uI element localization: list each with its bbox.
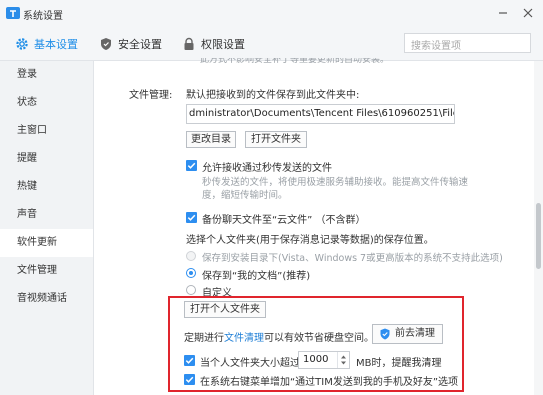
sidebar-item-av-call[interactable]: 音视频通话 — [0, 285, 93, 313]
sidebar-item-label: 音视频通话 — [17, 293, 67, 304]
open-folder-button[interactable]: 打开文件夹 — [245, 131, 307, 148]
save-path-field[interactable]: dministrator\Documents\Tencent Files\610… — [186, 104, 455, 124]
file-clean-link[interactable]: 文件清理 — [224, 333, 264, 344]
sidebar-item-status[interactable]: 状态 — [0, 89, 93, 117]
sidebar-item-login[interactable]: 登录 — [0, 61, 93, 89]
minimize-button[interactable] — [493, 3, 513, 23]
radio-custom[interactable] — [186, 285, 196, 295]
sidebar-item-hotkeys[interactable]: 热键 — [0, 173, 93, 201]
sidebar-item-label: 状态 — [17, 97, 37, 108]
size-stepper[interactable]: 1000 — [298, 351, 350, 369]
sidebar-item-label: 登录 — [17, 69, 37, 80]
tab-permission-settings[interactable]: 权限设置 — [182, 36, 245, 52]
radio-install-dir[interactable] — [186, 251, 196, 261]
close-button[interactable] — [518, 3, 538, 23]
size-suffix: MB时，提醒我清理 — [356, 358, 442, 369]
stepper-arrows[interactable] — [337, 352, 349, 368]
gear-icon — [15, 37, 29, 51]
clean-button-label: 前去清理 — [395, 328, 435, 339]
open-personal-folder-button[interactable]: 打开个人文件夹 — [184, 301, 266, 318]
check-icon — [187, 162, 196, 169]
context-menu-label: 在系统右键菜单增加“通过TIM发送到我的手机及好友”选项 — [200, 377, 459, 388]
clean-prefix: 定期进行 — [184, 333, 224, 344]
radio-mydocs-label: 保存到“我的文档”(推荐) — [202, 271, 311, 282]
choose-folder-text: 选择个人文件夹(用于保存消息记录等数据)的保存位置。 — [186, 235, 434, 246]
sidebar-item-label: 软件更新 — [17, 237, 57, 248]
tab-label: 权限设置 — [201, 38, 245, 51]
change-dir-button[interactable]: 更改目录 — [186, 131, 236, 148]
backup-cloud-checkbox[interactable] — [186, 212, 197, 223]
allow-flash-checkbox[interactable] — [186, 160, 197, 171]
shield-check-icon — [379, 328, 391, 340]
sidebar-item-main-window[interactable]: 主窗口 — [0, 117, 93, 145]
default-save-text: 默认把接收到的文件保存到此文件夹中: — [186, 90, 360, 101]
tab-security-settings[interactable]: 安全设置 — [99, 36, 162, 52]
sidebar-item-label: 文件管理 — [17, 265, 57, 276]
file-mgmt-label: 文件管理: — [129, 90, 173, 101]
flash-desc-line1: 秒传发送的文件，将使用极速服务辅助接收。能提高文件传输速 — [202, 177, 469, 188]
backup-label: 备份聊天文件至“云文件” （不含群） — [202, 215, 366, 226]
search-input[interactable]: 搜索设置项 — [404, 33, 531, 53]
sidebar-item-label: 主窗口 — [17, 125, 47, 136]
size-prefix: 当个人文件夹大小超过 — [200, 358, 300, 369]
check-icon — [185, 376, 194, 383]
lock-icon — [182, 37, 196, 51]
tab-label: 基本设置 — [34, 38, 78, 51]
tab-label: 安全设置 — [118, 38, 162, 51]
stepper-arrows-icon — [341, 355, 346, 365]
check-icon — [187, 214, 196, 221]
sidebar-item-sound[interactable]: 声音 — [0, 201, 93, 229]
radio-my-documents[interactable] — [186, 268, 196, 278]
check-icon — [185, 357, 194, 364]
tab-basic-settings[interactable]: 基本设置 — [15, 36, 78, 52]
title-bar: 系统设置 — [0, 0, 543, 28]
sidebar-item-label: 热键 — [17, 181, 37, 192]
content-scrollbar[interactable] — [534, 61, 543, 395]
scrollbar-thumb[interactable] — [536, 203, 541, 269]
sidebar-item-label: 声音 — [17, 209, 37, 220]
size-remind-checkbox[interactable] — [184, 355, 195, 366]
window-title: 系统设置 — [23, 11, 63, 22]
sidebar-item-software-update[interactable]: 软件更新 — [0, 229, 93, 257]
allow-flash-label: 允许接收通过秒传发送的文件 — [202, 163, 332, 174]
clean-suffix: 可以有效节省硬盘空间。 — [264, 333, 374, 344]
clean-hint: 定期进行文件清理可以有效节省硬盘空间。 — [184, 329, 374, 344]
context-menu-checkbox[interactable] — [184, 374, 195, 385]
clean-now-button[interactable]: 前去清理 — [372, 324, 443, 344]
size-value: 1000 — [303, 354, 329, 365]
sidebar-item-label: 提醒 — [17, 153, 37, 164]
radio-install-label: 保存到安装目录下(Vista、Windows 7或更高版本的系统不支持此选项) — [202, 253, 503, 264]
shield-icon — [99, 37, 113, 51]
sidebar: 登录 状态 主窗口 提醒 热键 声音 软件更新 文件管理 音视频通话 — [0, 61, 94, 395]
flash-desc-line2: 度，缩短传输时间。 — [202, 190, 288, 201]
sidebar-item-reminder[interactable]: 提醒 — [0, 145, 93, 173]
app-logo-icon — [5, 5, 21, 21]
sidebar-item-file-management[interactable]: 文件管理 — [0, 257, 93, 285]
cut-off-text: 此方式不影响安全补丁等重要更新的自动安装。 — [200, 58, 390, 64]
